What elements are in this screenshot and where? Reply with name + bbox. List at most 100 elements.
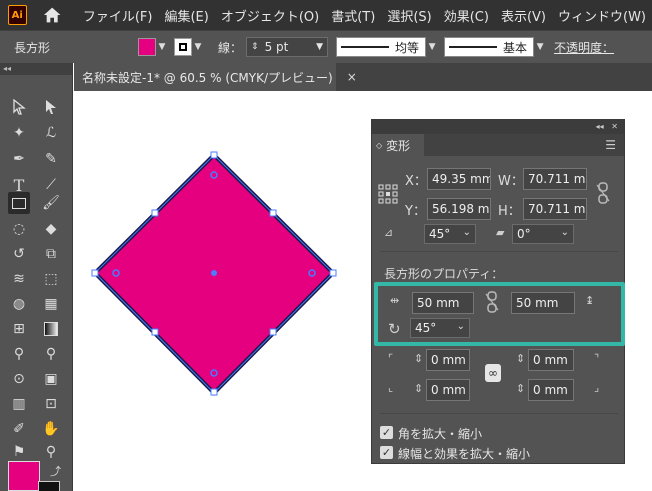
stroke-swatch[interactable] <box>174 38 193 56</box>
magic-wand-tool-icon[interactable]: ✦ <box>8 122 30 144</box>
chevron-down-icon[interactable]: ⌄ <box>463 227 471 238</box>
gradient-tool-icon[interactable] <box>40 318 62 340</box>
link-corners-icon[interactable]: ∞ <box>485 364 501 382</box>
panel-controls[interactable]: ◂◂ ✕ <box>372 120 624 134</box>
artboard-tool-icon[interactable]: ⊡ <box>40 393 62 415</box>
stepper-icon[interactable]: ⇕ <box>414 382 423 395</box>
corner-top-left-input[interactable]: 0 mm <box>426 349 470 371</box>
rectangle-properties-heading: 長方形のプロパティ： <box>384 267 504 281</box>
symbol-sprayer-tool-icon[interactable]: ▣ <box>40 368 62 390</box>
stepper-icon[interactable]: ⇕ <box>251 42 259 52</box>
warp-tool-icon[interactable]: ≋ <box>8 268 30 290</box>
corner-bl-icon: ⌞ <box>388 381 394 394</box>
stroke-dropdown-icon[interactable]: ▼ <box>192 38 204 56</box>
w-input[interactable]: 70.711 mm <box>523 168 587 190</box>
shear-angle-input[interactable]: 0° ⌄ <box>512 224 574 244</box>
swap-fill-stroke-icon[interactable]: ⤴ <box>50 463 61 479</box>
eraser-tool-icon[interactable]: ◆ <box>40 218 62 240</box>
brush-definition[interactable]: 基本 <box>444 37 535 57</box>
free-transform-tool-icon[interactable]: ⬚ <box>40 268 62 290</box>
perspective-grid-tool-icon[interactable]: ▦ <box>40 293 62 315</box>
stroke-weight-input[interactable]: ⇕ 5 pt ▼ <box>246 37 329 57</box>
chevron-down-icon[interactable]: ▼ <box>316 42 323 52</box>
menu-view[interactable]: 表示(V) <box>495 6 552 25</box>
constrain-proportions-icon[interactable] <box>596 182 610 204</box>
x-input[interactable]: 49.35 mm <box>427 168 491 190</box>
stepper-icon[interactable]: ⇕ <box>516 352 525 365</box>
menu-edit[interactable]: 編集(E) <box>158 6 214 25</box>
menu-window[interactable]: ウィンドウ(W) <box>552 6 652 25</box>
eyedropper-alt-icon[interactable]: ⚲ <box>40 343 62 365</box>
shear-icon: ▰ <box>496 226 505 239</box>
menu-file[interactable]: ファイル(F) <box>77 6 159 25</box>
expand-icon[interactable]: ◇ <box>376 141 382 150</box>
lasso-tool-icon[interactable]: ℒ <box>40 122 62 144</box>
menu-select[interactable]: 選択(S) <box>381 6 437 25</box>
document-tab-bar: 名称未設定-1* @ 60.5 % (CMYK/プレビュー) × <box>74 63 652 91</box>
fill-swatch[interactable] <box>138 38 157 56</box>
h-input[interactable]: 70.711 mm <box>523 198 587 220</box>
direct-selection-tool-icon[interactable] <box>40 96 62 118</box>
zoom-tool-icon[interactable]: ⚲ <box>40 441 62 463</box>
profile-dropdown-icon[interactable]: ▼ <box>426 38 438 56</box>
home-icon[interactable] <box>43 6 61 24</box>
corner-bottom-right-input[interactable]: 0 mm <box>528 379 574 401</box>
corner-top-right-input[interactable]: 0 mm <box>528 349 574 371</box>
scale-strokes-checkbox[interactable]: ✓ <box>380 446 393 459</box>
corner-bottom-left-input[interactable]: 0 mm <box>426 379 470 401</box>
graph-tool-icon[interactable]: ▥ <box>8 393 30 415</box>
stroke-color-box[interactable] <box>38 481 60 491</box>
rectangle-properties-highlight <box>374 282 625 346</box>
variable-width-profile[interactable]: 均等 <box>336 37 427 57</box>
pen-tool-icon[interactable]: ✒ <box>8 148 30 170</box>
stroke-weight-label: 線： <box>218 40 243 55</box>
shape-type-label: 長方形 <box>14 40 51 55</box>
document-title: 名称未設定-1* @ 60.5 % (CMYK/プレビュー) <box>82 70 333 85</box>
menu-type[interactable]: 書式(T) <box>325 6 381 25</box>
fill-dropdown-icon[interactable]: ▼ <box>156 38 168 56</box>
mesh-tool-icon[interactable]: ⊞ <box>8 318 30 340</box>
scale-tool-icon[interactable]: ⧉ <box>40 243 62 265</box>
stepper-icon[interactable]: ⇕ <box>414 352 423 365</box>
menu-effect[interactable]: 効果(C) <box>438 6 495 25</box>
app-logo: Ai <box>8 5 27 25</box>
corner-br-icon: ⌟ <box>594 381 600 394</box>
shaper-tool-icon[interactable]: ◌ <box>8 218 30 240</box>
corner-tr-icon: ⌝ <box>594 352 600 365</box>
collapse-icon[interactable]: ◂◂ <box>0 63 72 75</box>
document-tab[interactable]: 名称未設定-1* @ 60.5 % (CMYK/プレビュー) × <box>74 63 357 91</box>
rotate-angle-icon: ⊿ <box>384 226 394 239</box>
w-label: W： <box>498 174 524 189</box>
tools-panel: ◂◂ ✦ ℒ ✒ ✎ T ⟋ 🖌 ◌ ◆ ↺ ⧉ ≋ ⬚ ◍ ▦ ⊞ ⚲ ⚲ ⊙… <box>0 63 73 491</box>
menu-bar: Ai ファイル(F) 編集(E) オブジェクト(O) 書式(T) 選択(S) 効… <box>0 0 652 30</box>
paintbrush-tool-icon[interactable]: 🖌 <box>40 192 62 214</box>
menu-object[interactable]: オブジェクト(O) <box>215 6 325 25</box>
scale-strokes-label: 線幅と効果を拡大・縮小 <box>398 447 531 461</box>
chevron-down-icon[interactable]: ⌄ <box>561 227 569 238</box>
reference-point-icon[interactable] <box>378 184 398 204</box>
shape-builder-tool-icon[interactable]: ◍ <box>8 293 30 315</box>
eyedropper-tool-icon[interactable]: ⚲ <box>8 343 30 365</box>
tab-transform[interactable]: ◇ 変形 <box>372 134 424 156</box>
stepper-icon[interactable]: ⇕ <box>516 382 525 395</box>
opacity-label[interactable]: 不透明度： <box>554 39 614 56</box>
y-input[interactable]: 56.198 mm <box>427 198 491 220</box>
hand-tool-icon[interactable]: ✋ <box>40 418 62 440</box>
scale-corners-label: 角を拡大・縮小 <box>398 427 483 441</box>
y-label: Y： <box>405 204 426 219</box>
brush-dropdown-icon[interactable]: ▼ <box>534 38 546 56</box>
selection-tool-icon[interactable] <box>8 96 30 118</box>
rotate-angle-input[interactable]: 45° ⌄ <box>424 224 476 244</box>
slice-tool-icon[interactable]: ✐ <box>8 418 30 440</box>
curvature-tool-icon[interactable]: ✎ <box>40 148 62 170</box>
blend-tool-icon[interactable]: ⊙ <box>8 368 30 390</box>
flag-tool-icon[interactable]: ⚑ <box>8 441 30 463</box>
x-label: X： <box>405 174 427 189</box>
panel-menu-icon[interactable]: ☰ <box>605 138 616 152</box>
rotate-tool-icon[interactable]: ↺ <box>8 243 30 265</box>
h-label: H： <box>498 204 521 219</box>
rectangle-tool-icon[interactable] <box>8 192 30 214</box>
fill-color-box[interactable] <box>8 461 40 491</box>
scale-corners-checkbox[interactable]: ✓ <box>380 426 393 439</box>
close-icon[interactable]: × <box>347 70 357 84</box>
